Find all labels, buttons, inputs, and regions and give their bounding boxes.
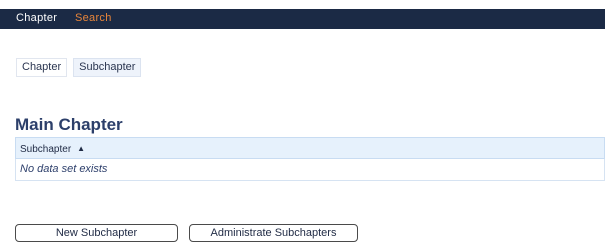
action-buttons: New Subchapter Administrate Subchapters xyxy=(15,224,358,242)
sub-navigation-tabs: Chapter Subchapter xyxy=(16,58,142,77)
column-header-label: Subchapter xyxy=(20,144,72,155)
sort-ascending-icon: ▲ xyxy=(77,144,86,153)
page-title: Main Chapter xyxy=(15,115,123,134)
top-navigation-bar: Chapter Search xyxy=(0,9,605,29)
nav-link-search[interactable]: Search xyxy=(75,12,112,24)
empty-table-message: No data set exists xyxy=(15,159,605,181)
subchapter-table: Subchapter ▲ No data set exists xyxy=(15,137,605,181)
nav-link-chapter[interactable]: Chapter xyxy=(16,12,57,24)
tab-subchapter[interactable]: Subchapter xyxy=(73,58,142,77)
tab-chapter[interactable]: Chapter xyxy=(16,58,68,77)
administrate-subchapters-button[interactable]: Administrate Subchapters xyxy=(189,224,358,242)
column-header-subchapter[interactable]: Subchapter ▲ xyxy=(15,137,605,159)
new-subchapter-button[interactable]: New Subchapter xyxy=(15,224,178,242)
